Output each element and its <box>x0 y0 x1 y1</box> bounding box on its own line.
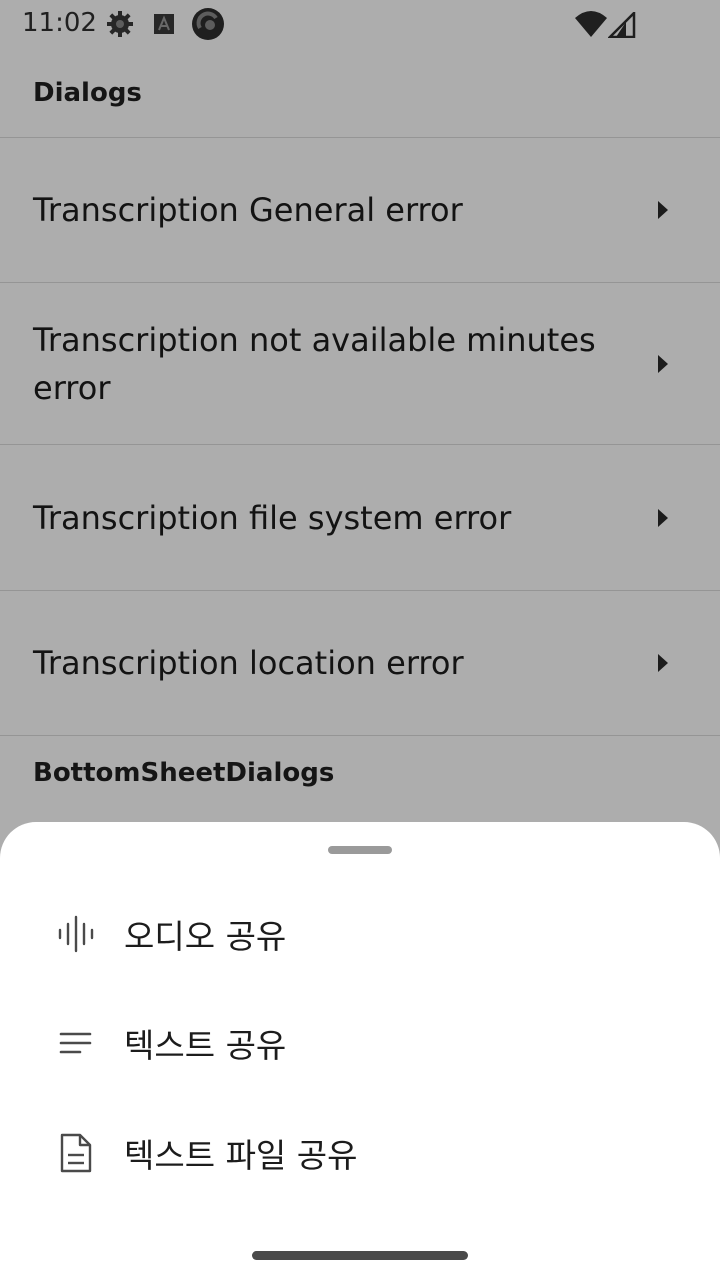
share-audio-label: 오디오 공유 <box>124 917 287 956</box>
share-text-option[interactable]: 텍스트 공유 <box>0 993 720 1093</box>
gesture-nav-handle[interactable] <box>252 1251 468 1260</box>
drag-handle[interactable] <box>328 846 392 854</box>
share-bottom-sheet: 오디오 공유 텍스트 공유 텍스트 파일 공유 <box>0 822 720 1280</box>
share-text-file-option[interactable]: 텍스트 파일 공유 <box>0 1103 720 1203</box>
audio-waveform-icon <box>58 915 94 953</box>
text-lines-icon <box>59 1032 92 1054</box>
document-icon <box>60 1133 92 1173</box>
share-text-label: 텍스트 공유 <box>124 1026 287 1065</box>
share-text-file-label: 텍스트 파일 공유 <box>124 1136 358 1175</box>
share-audio-option[interactable]: 오디오 공유 <box>0 884 720 984</box>
